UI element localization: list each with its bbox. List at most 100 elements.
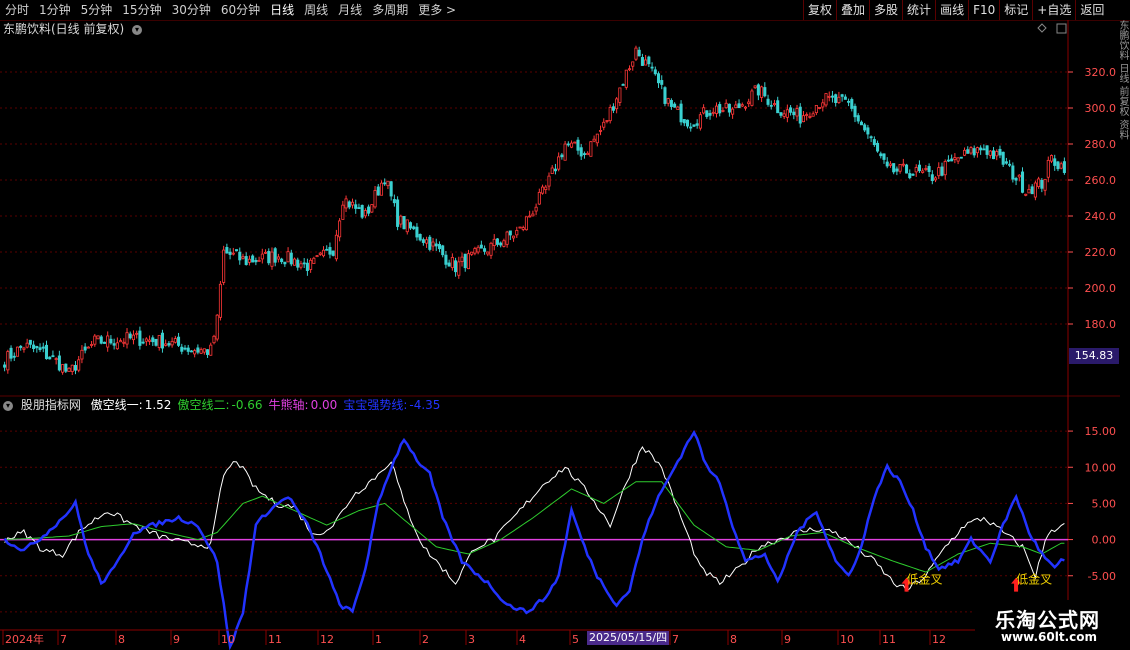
candle-body: [859, 121, 863, 126]
candle-body: [872, 139, 876, 146]
price-tick-label: 300.0: [1085, 102, 1117, 115]
watermark-name: 乐淘公式网: [995, 608, 1100, 632]
price-tick-label: 180.0: [1085, 318, 1117, 331]
candle-body: [267, 250, 271, 264]
candle-body: [257, 260, 261, 262]
candle-body: [260, 253, 264, 260]
candle-body: [521, 227, 525, 230]
x-tick-label: 10: [840, 633, 854, 646]
candle-body: [1062, 161, 1066, 173]
candle-body: [292, 258, 297, 266]
candle-body: [595, 133, 599, 144]
candle-body: [206, 349, 210, 355]
candle-body: [666, 98, 670, 104]
candle-body: [615, 98, 619, 110]
candle-body: [927, 166, 931, 172]
candle-body: [444, 254, 448, 265]
candle-body: [86, 346, 90, 349]
candle-body: [96, 335, 100, 340]
diamond-icon: [1037, 23, 1047, 33]
candle-body: [660, 80, 664, 85]
candle-body: [25, 342, 29, 348]
candle-body: [457, 261, 461, 276]
candle-body: [599, 130, 603, 132]
candle-body: [763, 87, 767, 97]
candle-body: [93, 335, 97, 345]
candle-body: [669, 100, 673, 107]
x-tick-label: 12: [932, 633, 946, 646]
candle-body: [917, 164, 921, 172]
x-tick-label: 2024年: [5, 632, 44, 646]
candle-body: [769, 104, 773, 107]
candle-body: [328, 247, 332, 255]
candle-body: [122, 341, 126, 344]
candle-body: [602, 121, 606, 128]
candle-body: [1059, 163, 1063, 169]
candle-body: [611, 106, 615, 111]
candle-body: [627, 68, 632, 71]
candle-body: [199, 349, 203, 354]
candle-body: [148, 339, 152, 342]
candle-body: [634, 47, 638, 60]
candle-body: [476, 246, 480, 253]
candle-body: [850, 99, 854, 109]
x-tick-label: 9: [173, 633, 180, 646]
candle-body: [579, 147, 583, 157]
candle-body: [711, 111, 715, 114]
candle-body: [940, 166, 944, 176]
candle-body: [656, 73, 661, 84]
side-info-panel[interactable]: 东鹏饮料 日线 前复权 资料: [1120, 20, 1130, 398]
candle-body: [963, 149, 967, 156]
candle-body: [299, 263, 303, 268]
candle-body: [950, 158, 954, 162]
candle-body: [183, 347, 187, 350]
candle-body: [470, 251, 474, 255]
candle-body: [73, 365, 78, 371]
candle-body: [557, 156, 561, 170]
x-tick-label: 7: [672, 633, 679, 646]
candle-body: [979, 147, 983, 151]
candle-body: [724, 102, 728, 109]
candle-body: [167, 343, 171, 346]
candle-body: [779, 112, 783, 116]
candle-body: [608, 106, 612, 122]
candle-body: [1011, 165, 1015, 180]
candle-body: [141, 341, 145, 344]
candle-body: [776, 100, 780, 114]
candle-body: [840, 94, 844, 97]
signal-label: 低金叉: [1016, 572, 1052, 587]
candle-body: [856, 115, 860, 122]
candle-body: [6, 351, 10, 371]
candle-body: [1014, 178, 1018, 181]
candle-body: [9, 347, 13, 359]
maximize-icon: [1056, 23, 1067, 34]
candle-body: [44, 344, 49, 360]
candle-body: [685, 119, 690, 127]
candle-body: [241, 256, 245, 259]
candle-body: [876, 142, 880, 152]
candle-body: [32, 344, 36, 349]
x-tick-label: 9: [784, 633, 791, 646]
candle-body: [985, 145, 989, 155]
candle-body: [518, 226, 522, 229]
chart-svg[interactable]: 180.0200.0220.0240.0260.0280.0300.0320.0…: [0, 0, 1130, 650]
candle-body: [399, 215, 403, 225]
candle-body: [280, 258, 284, 263]
candle-body: [1040, 179, 1044, 189]
candle-body: [22, 347, 26, 350]
candle-body: [995, 151, 999, 157]
candle-body: [689, 126, 693, 129]
candle-body: [1033, 182, 1037, 198]
candle-body: [373, 190, 377, 208]
candle-body: [41, 346, 45, 349]
candle-body: [128, 333, 132, 339]
candle-body: [698, 114, 702, 129]
candle-body: [341, 204, 345, 220]
x-tick-label: 5: [572, 633, 579, 646]
candle-body: [115, 342, 119, 350]
candle-body: [772, 103, 777, 106]
candle-body: [541, 186, 545, 194]
candle-body: [673, 103, 677, 108]
price-tick-label: 280.0: [1085, 138, 1117, 151]
candle-body: [64, 363, 68, 372]
